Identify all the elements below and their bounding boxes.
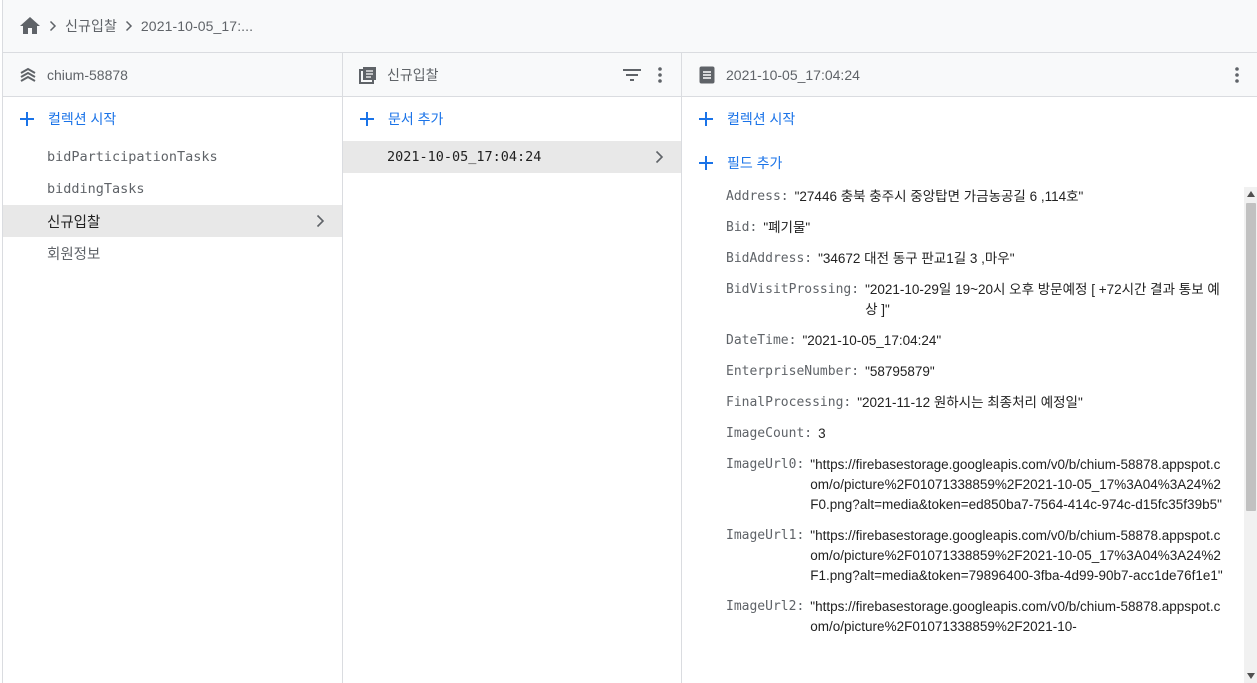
- plus-icon: [697, 110, 715, 128]
- field-name: BidVisitProssing:: [726, 282, 860, 297]
- field-row[interactable]: ImageUrl2: "https://firebasestorage.googl…: [726, 597, 1226, 637]
- more-vert-icon[interactable]: [649, 64, 671, 86]
- field-name: Address:: [726, 189, 789, 204]
- collection-title: 신규입찰: [387, 66, 439, 83]
- plus-icon: [697, 154, 715, 172]
- document-panel: 2021-10-05_17:04:24 컬렉션 시작 필드 추가 Address…: [682, 53, 1257, 683]
- collection-panel-header: 신규입찰: [343, 53, 681, 97]
- field-name: FinalProcessing:: [726, 395, 852, 410]
- firestore-viewer: 신규입찰 2021-10-05_17:... chium-58878 컬렉션 시…: [2, 0, 1257, 683]
- chevron-right-icon: [312, 213, 328, 229]
- collection-item-label: bidParticipationTasks: [47, 149, 218, 165]
- field-row[interactable]: FinalProcessing: "2021-11-12 원하시는 최종처리 예정…: [726, 393, 1226, 413]
- scrollbar-thumb[interactable]: [1246, 203, 1256, 511]
- breadcrumb: 신규입찰 2021-10-05_17:...: [3, 0, 1257, 53]
- breadcrumb-item-collection[interactable]: 신규입찰: [65, 16, 117, 36]
- field-row[interactable]: DateTime: "2021-10-05_17:04:24": [726, 331, 1226, 351]
- collection-header-actions: [621, 53, 671, 97]
- collection-item-bidparticipationtasks[interactable]: bidParticipationTasks: [3, 141, 342, 173]
- field-row[interactable]: EnterpriseNumber: "58795879": [726, 362, 1226, 382]
- field-name: ImageUrl0:: [726, 457, 805, 472]
- start-collection-label: 컬렉션 시작: [727, 111, 796, 127]
- field-row[interactable]: ImageUrl0: "https://firebasestorage.googl…: [726, 455, 1226, 515]
- root-panel: chium-58878 컬렉션 시작 bidParticipationTasks…: [3, 53, 343, 683]
- field-row[interactable]: Address: "27446 충북 충주시 중앙탑면 가금농공길 6 ,114호…: [726, 187, 1226, 207]
- field-name: ImageCount:: [726, 426, 813, 441]
- field-value: "https://firebasestorage.googleapis.com/…: [810, 457, 1222, 512]
- field-name: DateTime:: [726, 333, 797, 348]
- document-title: 2021-10-05_17:04:24: [726, 66, 860, 83]
- field-value: "https://firebasestorage.googleapis.com/…: [810, 599, 1221, 634]
- field-value: "34672 대전 동구 판교1길 3 ,마우": [818, 251, 1015, 266]
- field-value: "2021-10-05_17:04:24": [802, 333, 942, 348]
- field-value: 3: [818, 426, 826, 441]
- field-list: Address: "27446 충북 충주시 중앙탑면 가금농공길 6 ,114호…: [726, 187, 1226, 648]
- field-name: ImageUrl2:: [726, 599, 805, 614]
- filter-icon[interactable]: [621, 64, 643, 86]
- field-name: Bid:: [726, 220, 758, 235]
- field-row[interactable]: Bid: "폐기물": [726, 218, 1226, 238]
- scroll-up-arrow-icon[interactable]: [1244, 187, 1257, 201]
- more-vert-icon[interactable]: [1226, 64, 1248, 86]
- root-panel-header: chium-58878: [3, 53, 342, 97]
- field-value: "58795879": [865, 364, 935, 379]
- collection-list: bidParticipationTasks biddingTasks 신규입찰 …: [3, 141, 342, 269]
- field-value: "2021-11-12 원하시는 최종처리 예정일": [857, 395, 1083, 410]
- add-field-button[interactable]: 필드 추가: [682, 141, 1257, 185]
- field-row[interactable]: BidAddress: "34672 대전 동구 판교1길 3 ,마우": [726, 249, 1226, 269]
- collection-item-new-bid[interactable]: 신규입찰: [3, 205, 342, 237]
- start-subcollection-button[interactable]: 컬렉션 시작: [682, 97, 1257, 141]
- document-panel-header: 2021-10-05_17:04:24: [682, 53, 1257, 97]
- add-field-label: 필드 추가: [727, 155, 783, 171]
- breadcrumb-item-document[interactable]: 2021-10-05_17:...: [141, 18, 253, 34]
- collection-item-label: 회원정보: [47, 246, 101, 263]
- document-item[interactable]: 2021-10-05_17:04:24: [343, 141, 681, 173]
- start-collection-label: 컬렉션 시작: [48, 111, 117, 127]
- chevron-right-icon: [117, 20, 141, 32]
- collection-item-biddingtasks[interactable]: biddingTasks: [3, 173, 342, 205]
- project-title: chium-58878: [47, 66, 128, 83]
- field-name: ImageUrl1:: [726, 528, 805, 543]
- field-value: "https://firebasestorage.googleapis.com/…: [810, 528, 1223, 583]
- home-icon[interactable]: [19, 15, 41, 37]
- collection-panel: 신규입찰 문서 추가 2021-10-05_17:04:24: [343, 53, 682, 683]
- field-row[interactable]: ImageCount: 3: [726, 424, 1226, 444]
- field-value: "폐기물": [763, 220, 811, 235]
- chevron-right-icon: [651, 149, 667, 165]
- document-icon: [698, 66, 716, 84]
- document-header-actions: [1226, 53, 1248, 97]
- field-value: "27446 충북 충주시 중앙탑면 가금농공길 6 ,114호": [794, 189, 1084, 204]
- document-item-label: 2021-10-05_17:04:24: [387, 149, 542, 165]
- start-collection-button[interactable]: 컬렉션 시작: [3, 97, 342, 141]
- vertical-scrollbar[interactable]: [1244, 187, 1257, 683]
- field-row[interactable]: ImageUrl1: "https://firebasestorage.googl…: [726, 526, 1226, 586]
- chevron-right-icon: [41, 20, 65, 32]
- add-document-label: 문서 추가: [388, 111, 444, 127]
- collection-item-member-info[interactable]: 회원정보: [3, 237, 342, 269]
- collection-icon: [359, 66, 377, 84]
- field-row[interactable]: BidVisitProssing: "2021-10-29일 19~20시 오후 …: [726, 280, 1226, 320]
- plus-icon: [18, 110, 36, 128]
- collection-item-label: biddingTasks: [47, 181, 145, 197]
- field-name: EnterpriseNumber:: [726, 364, 860, 379]
- scroll-down-arrow-icon[interactable]: [1244, 669, 1257, 683]
- field-value: "2021-10-29일 19~20시 오후 방문예정 [ +72시간 결과 통…: [865, 282, 1220, 317]
- add-document-button[interactable]: 문서 추가: [343, 97, 681, 141]
- field-name: BidAddress:: [726, 251, 813, 266]
- collection-item-label: 신규입찰: [47, 214, 101, 231]
- firebase-layers-icon: [19, 66, 37, 84]
- plus-icon: [358, 110, 376, 128]
